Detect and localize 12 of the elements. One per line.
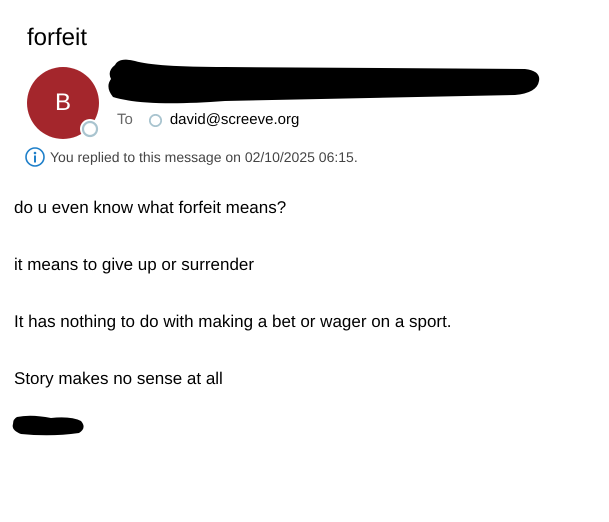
body-paragraph: do u even know what forfeit means?	[14, 196, 288, 219]
avatar: B	[27, 66, 99, 139]
reply-notice: You replied to this message on 02/10/2025 06:15.	[50, 148, 358, 167]
body-paragraph: It has nothing to do with making a bet or wager on a sport.	[14, 310, 453, 333]
presence-icon	[148, 114, 162, 127]
subject-title: forfeit	[27, 24, 88, 53]
body-paragraph: it means to give up or surrender	[14, 254, 256, 276]
body-paragraph: Story makes no sense at all	[14, 368, 224, 390]
presence-icon	[80, 118, 100, 139]
info-icon	[25, 147, 45, 168]
recipient-address[interactable]: david@screeve.org	[170, 108, 300, 132]
to-label: To	[117, 110, 133, 130]
